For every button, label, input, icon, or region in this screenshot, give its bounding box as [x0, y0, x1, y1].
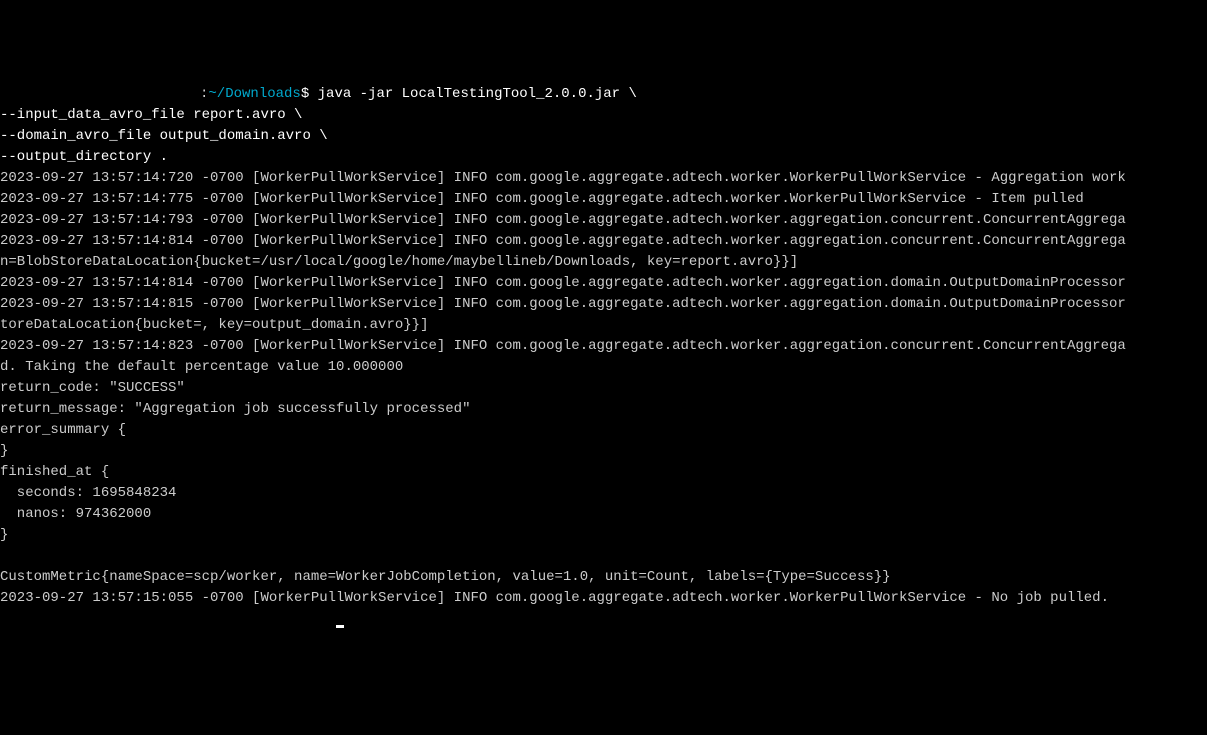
log-line: n=BlobStoreDataLocation{bucket=/usr/loca… [0, 254, 798, 270]
command-arg-3: --output_directory . [0, 149, 168, 165]
command-text: java -jar LocalTestingTool_2.0.0.jar \ [309, 86, 637, 102]
command-arg-2: --domain_avro_file output_domain.avro \ [0, 128, 328, 144]
log-line: 2023-09-27 13:57:14:814 -0700 [WorkerPul… [0, 275, 1126, 291]
prompt-dollar: $ [301, 86, 309, 102]
log-line: } [0, 527, 8, 543]
log-line: 2023-09-27 13:57:14:793 -0700 [WorkerPul… [0, 212, 1126, 228]
log-line: 2023-09-27 13:57:15:055 -0700 [WorkerPul… [0, 590, 1109, 606]
log-line: 2023-09-27 13:57:14:823 -0700 [WorkerPul… [0, 338, 1126, 354]
log-line: finished_at { [0, 464, 109, 480]
redacted-hostname [0, 86, 200, 101]
log-line: d. Taking the default percentage value 1… [0, 359, 403, 375]
log-line: CustomMetric{nameSpace=scp/worker, name=… [0, 569, 891, 585]
log-line: } [0, 443, 8, 459]
log-line: nanos: 974362000 [0, 506, 151, 522]
log-line: 2023-09-27 13:57:14:775 -0700 [WorkerPul… [0, 191, 1084, 207]
prompt-line: :~/Downloads$ java -jar LocalTestingTool… [0, 86, 637, 102]
log-line: seconds: 1695848234 [0, 485, 176, 501]
log-line: 2023-09-27 13:57:14:720 -0700 [WorkerPul… [0, 170, 1126, 186]
log-line: error_summary { [0, 422, 126, 438]
log-line: toreDataLocation{bucket=, key=output_dom… [0, 317, 428, 333]
log-line: return_code: "SUCCESS" [0, 380, 185, 396]
terminal-cursor [336, 625, 344, 628]
log-line: 2023-09-27 13:57:14:815 -0700 [WorkerPul… [0, 296, 1126, 312]
log-line: 2023-09-27 13:57:14:814 -0700 [WorkerPul… [0, 233, 1126, 249]
log-line: return_message: "Aggregation job success… [0, 401, 470, 417]
prompt-path: ~/Downloads [208, 86, 300, 102]
cursor-line [0, 611, 344, 627]
command-arg-1: --input_data_avro_file report.avro \ [0, 107, 302, 123]
terminal-output[interactable]: :~/Downloads$ java -jar LocalTestingTool… [0, 84, 1207, 630]
